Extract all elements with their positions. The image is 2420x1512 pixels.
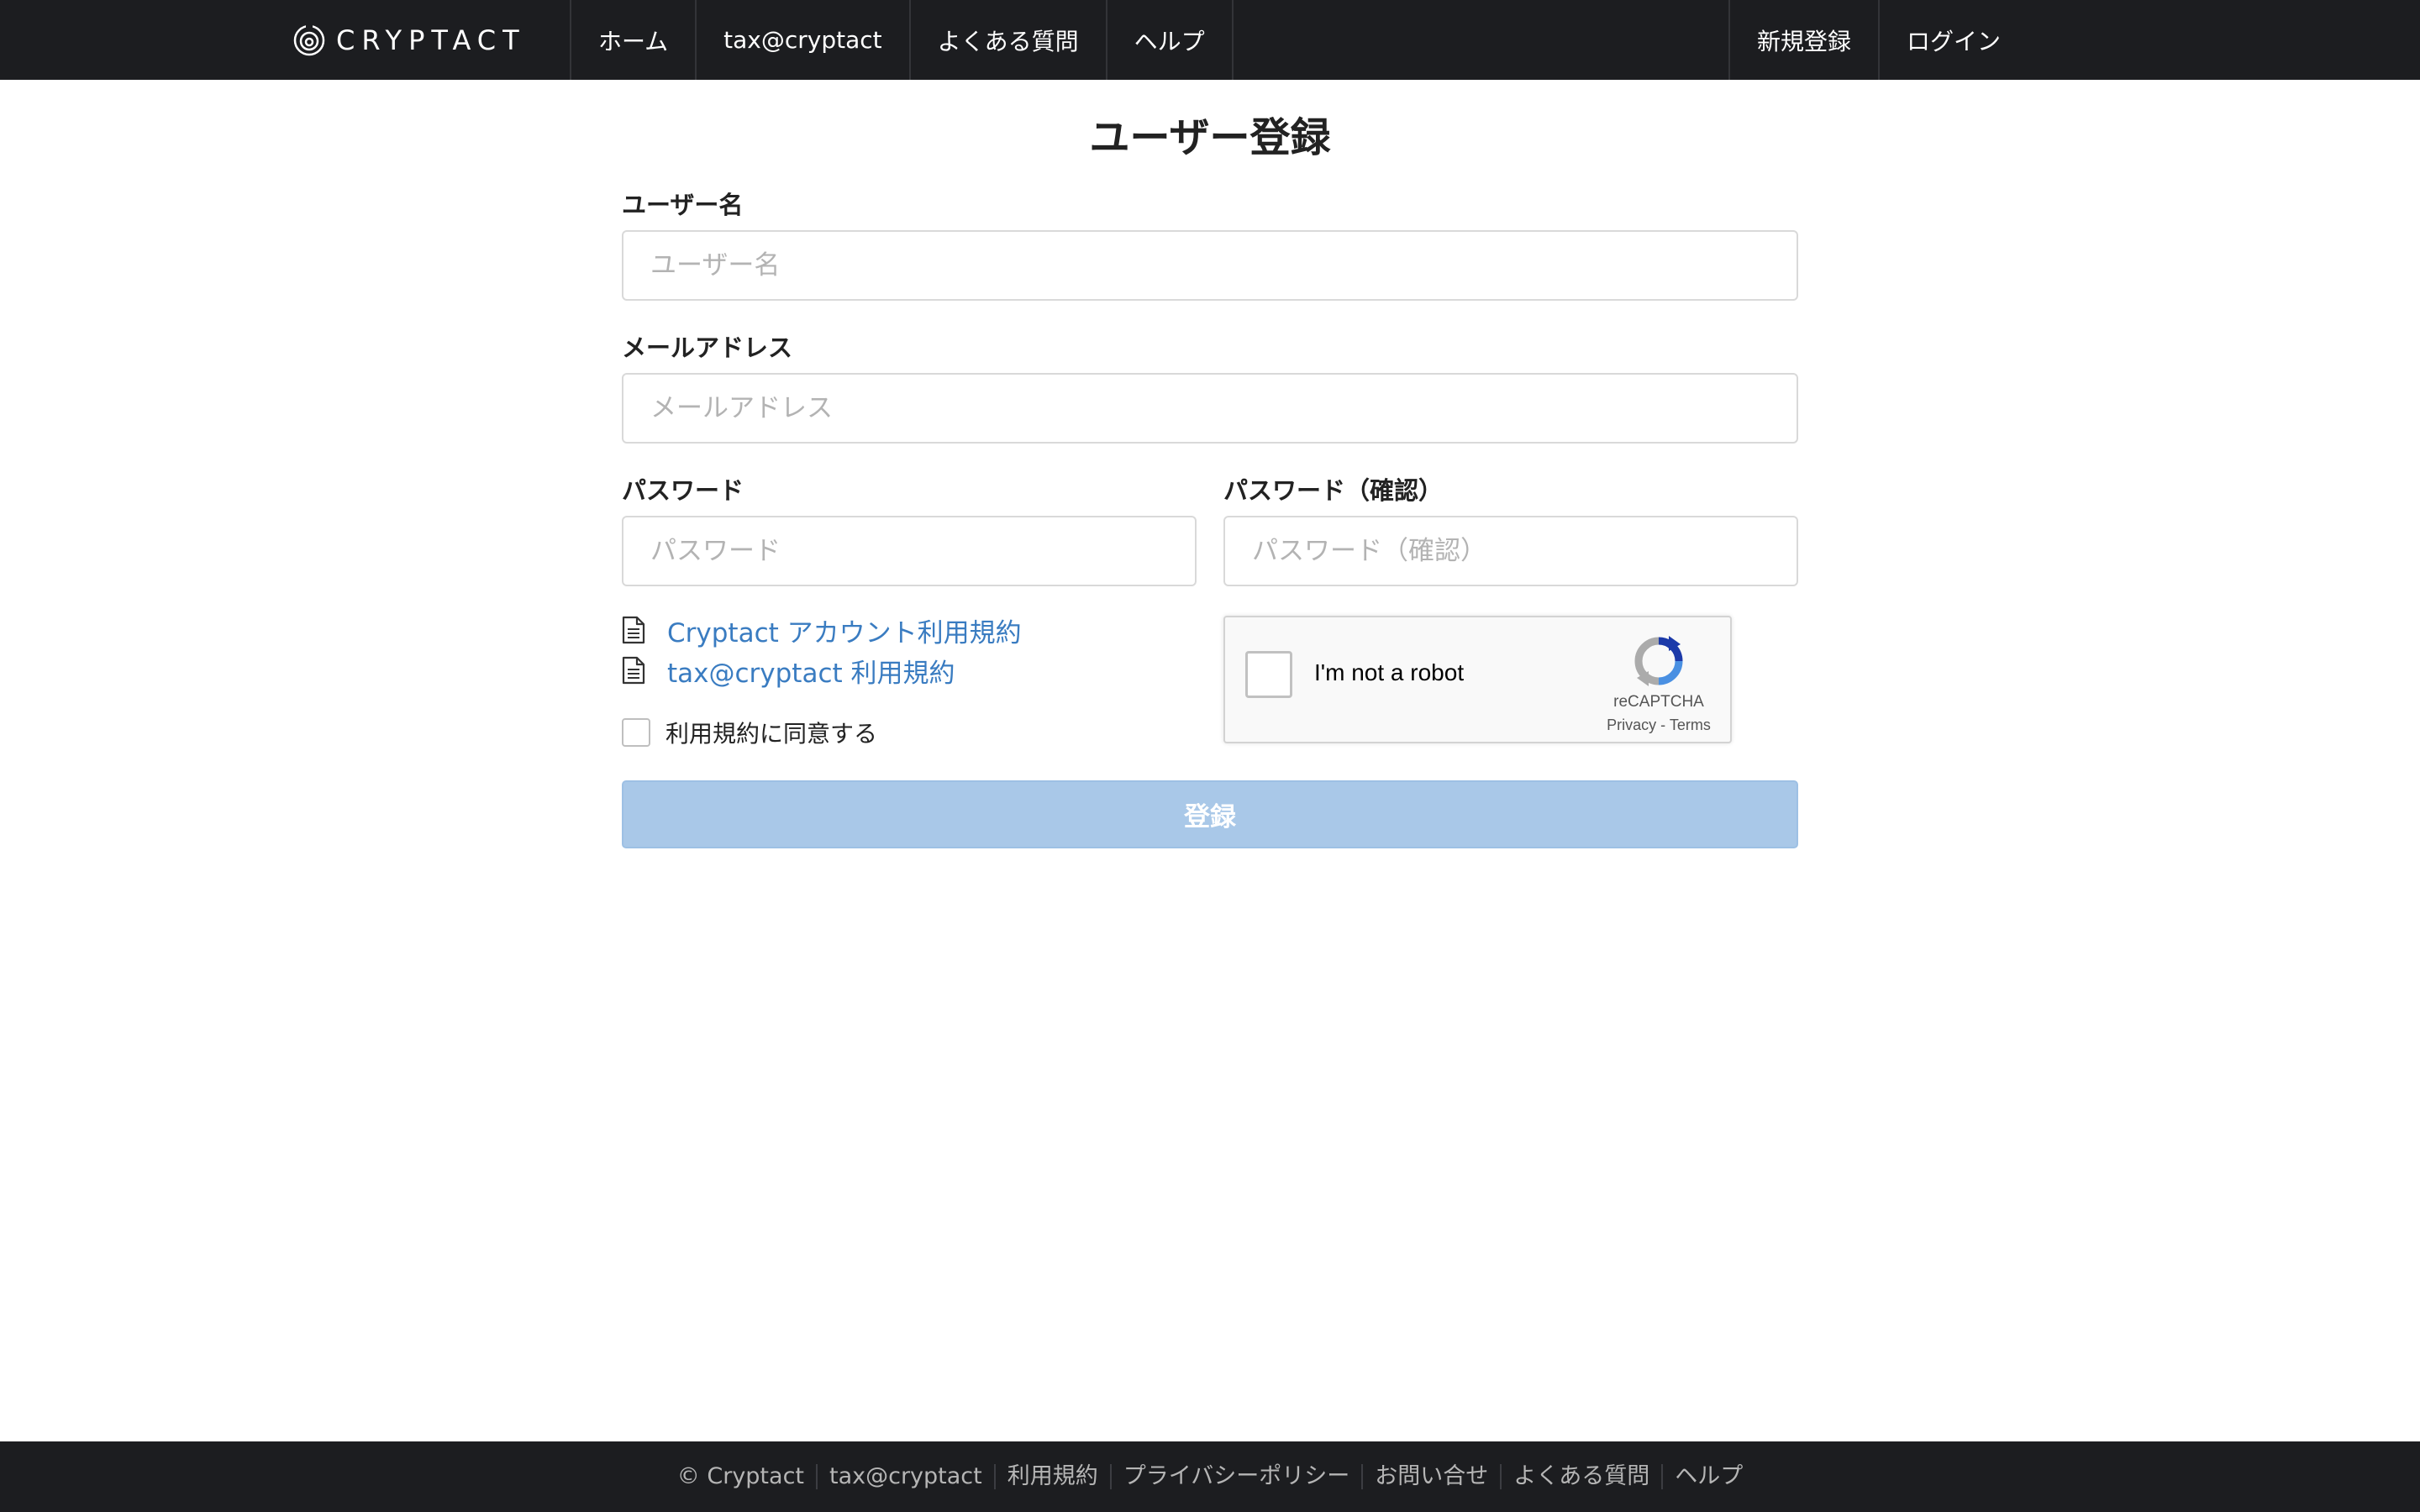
username-label: ユーザー名 (622, 191, 744, 219)
nav-item-tax-cryptact[interactable]: tax@cryptact (695, 0, 908, 80)
email-label: メールアドレス (622, 333, 793, 362)
brand-name: CRYPTACT (336, 24, 526, 56)
brand-logo-link[interactable]: CRYPTACT (292, 0, 526, 80)
recaptcha-checkbox[interactable] (1245, 651, 1292, 698)
cryptact-account-terms-text: Cryptact アカウント利用規約 (667, 617, 1022, 648)
page-title: ユーザー登録 (1089, 114, 1331, 161)
agree-terms-label: 利用規約に同意する (666, 720, 878, 748)
password-input[interactable] (622, 516, 1197, 586)
cryptact-logo-icon (293, 23, 325, 55)
tax-cryptact-terms-text: tax@cryptact 利用規約 (667, 658, 955, 689)
nav-item-faq[interactable]: よくある質問 (908, 0, 1106, 80)
top-navbar: CRYPTACT ホーム tax@cryptact よくある質問 ヘルプ 新規登… (0, 0, 2420, 80)
nav-item-signup[interactable]: 新規登録 (1728, 0, 1878, 80)
email-input[interactable] (622, 373, 1798, 444)
footer-link-help[interactable]: ヘルプ (1661, 1464, 1754, 1489)
footer-link-tax-cryptact[interactable]: tax@cryptact (816, 1464, 994, 1489)
footer-copyright: © Cryptact (676, 1463, 804, 1489)
footer-link-contact[interactable]: お問い合せ (1361, 1464, 1500, 1489)
recaptcha-brand: reCAPTCHA (1613, 693, 1704, 711)
recaptcha-links-separator: - (1656, 717, 1670, 733)
document-icon (622, 656, 645, 685)
nav-item-help[interactable]: ヘルプ (1105, 0, 1234, 80)
footer-link-privacy[interactable]: プライバシーポリシー (1109, 1464, 1361, 1489)
agree-terms-checkbox[interactable] (622, 718, 650, 747)
nav-item-home[interactable]: ホーム (570, 0, 695, 80)
footer-links: © Cryptact tax@cryptact 利用規約 プライバシーポリシー … (666, 1464, 1754, 1489)
tax-cryptact-terms-link[interactable]: tax@cryptact 利用規約 (622, 652, 955, 689)
page-footer: © Cryptact tax@cryptact 利用規約 プライバシーポリシー … (0, 1441, 2420, 1512)
password-confirm-label: パスワード（確認） (1223, 476, 1444, 505)
password-confirm-input[interactable] (1223, 516, 1798, 586)
recaptcha-terms-link[interactable]: Terms (1670, 717, 1711, 733)
username-input[interactable] (622, 230, 1798, 301)
nav-item-login[interactable]: ログイン (1877, 0, 2028, 80)
register-submit-button[interactable]: 登録 (622, 780, 1798, 848)
agree-terms-row[interactable]: 利用規約に同意する (622, 716, 877, 749)
recaptcha-links: Privacy - Terms (1561, 717, 1756, 734)
recaptcha-logo-icon (1634, 636, 1683, 686)
recaptcha-privacy-link[interactable]: Privacy (1607, 717, 1656, 733)
recaptcha-widget: I'm not a robot reCAPTCHA Privacy - Term… (1223, 616, 1732, 743)
footer-link-faq[interactable]: よくある質問 (1500, 1464, 1661, 1489)
cryptact-account-terms-link[interactable]: Cryptact アカウント利用規約 (622, 612, 1022, 648)
recaptcha-label: I'm not a robot (1314, 659, 1465, 685)
document-icon (622, 616, 645, 644)
nav-right-menu: 新規登録 ログイン (1728, 0, 2028, 80)
footer-link-terms[interactable]: 利用規約 (993, 1464, 1110, 1489)
nav-left-menu: ホーム tax@cryptact よくある質問 ヘルプ (570, 0, 1234, 80)
navbar-inner: CRYPTACT ホーム tax@cryptact よくある質問 ヘルプ 新規登… (0, 0, 2420, 80)
password-label: パスワード (622, 476, 744, 505)
